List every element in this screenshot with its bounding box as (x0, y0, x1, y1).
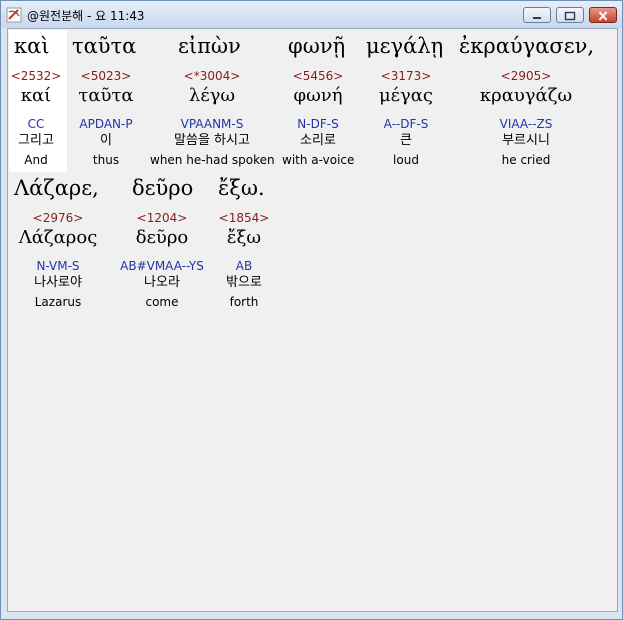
korean-gloss: 밖으로 (226, 275, 262, 290)
lemma: ταῦτα (78, 85, 134, 106)
korean-gloss: 그리고 (18, 133, 54, 148)
greek-word: φωνῇ (288, 34, 346, 58)
english-gloss: with a-voice (282, 153, 355, 167)
strongs-number: <*3004> (183, 69, 241, 83)
korean-gloss: 소리로 (300, 133, 336, 148)
lemma: δεῦρο (135, 227, 189, 248)
parsing-code: VIAA--ZS (499, 117, 553, 131)
korean-gloss: 부르시니 (502, 133, 550, 148)
greek-word: μεγάλῃ (366, 34, 444, 58)
lemma: φωνή (293, 85, 343, 106)
lemma: Λάζαρος (18, 227, 98, 248)
parsing-code: VPAANM-S (180, 117, 244, 131)
english-gloss: And (24, 153, 48, 167)
strongs-number: <5023> (80, 69, 132, 83)
close-icon (598, 11, 608, 21)
english-gloss: he cried (501, 153, 551, 167)
lemma: ἔξω (226, 227, 262, 248)
greek-word: δεῦρο (132, 176, 194, 200)
english-gloss: come (145, 295, 179, 309)
parsing-code: A--DF-S (383, 117, 429, 131)
greek-word: καὶ (14, 34, 50, 58)
minimize-icon (533, 17, 541, 19)
parsing-code: AB (235, 259, 253, 273)
lemma: κραυγάζω (479, 85, 573, 106)
parsing-code: CC (27, 117, 45, 131)
strongs-number: <2532> (10, 69, 62, 83)
strongs-number: <3173> (380, 69, 432, 83)
app-window: @원전분해 - 요 11:43 καὶ <2532> καί CC 그리고 An… (0, 0, 623, 620)
strongs-number: <2976> (32, 211, 84, 225)
interlinear-view[interactable]: καὶ <2532> καί CC 그리고 And ταῦτα <5023> τ… (7, 28, 618, 612)
parsing-code: N-DF-S (297, 117, 339, 131)
strongs-number: <2905> (500, 69, 552, 83)
korean-gloss: 나오라 (144, 275, 180, 290)
close-button[interactable] (589, 7, 617, 23)
greek-word: ἔξω. (218, 176, 265, 200)
maximize-button[interactable] (556, 7, 584, 23)
strongs-number: <1854> (218, 211, 270, 225)
english-gloss: when he-had spoken (150, 153, 275, 167)
window-title: @원전분해 - 요 11:43 (27, 9, 145, 23)
english-gloss: Lazarus (34, 295, 82, 309)
parsing-code: AB#VMAA--YS (120, 259, 204, 273)
strongs-number: <5456> (292, 69, 344, 83)
minimize-button[interactable] (523, 7, 551, 23)
korean-gloss: 나사로야 (34, 275, 82, 290)
korean-gloss: 이 (100, 133, 112, 148)
lemma: καί (20, 85, 52, 106)
strongs-number: <1204> (136, 211, 188, 225)
english-gloss: forth (229, 295, 259, 309)
korean-gloss: 큰 (400, 133, 412, 148)
lemma: μέγας (378, 85, 434, 106)
korean-gloss: 말씀을 하시고 (174, 133, 250, 148)
greek-word: Λάζαρε, (14, 176, 99, 200)
greek-word: ταῦτα (72, 34, 137, 58)
english-gloss: loud (393, 153, 419, 167)
parsing-code: APDAN-P (79, 117, 133, 131)
title-bar[interactable]: @원전분해 - 요 11:43 (1, 1, 622, 28)
app-icon[interactable] (6, 7, 22, 23)
greek-word: ἐκραύγασεν, (459, 34, 595, 58)
greek-word: εἰπὼν (178, 34, 241, 58)
parsing-code: N-VM-S (36, 259, 80, 273)
lemma: λέγω (188, 85, 236, 106)
maximize-icon (564, 11, 576, 21)
english-gloss: thus (92, 153, 120, 167)
